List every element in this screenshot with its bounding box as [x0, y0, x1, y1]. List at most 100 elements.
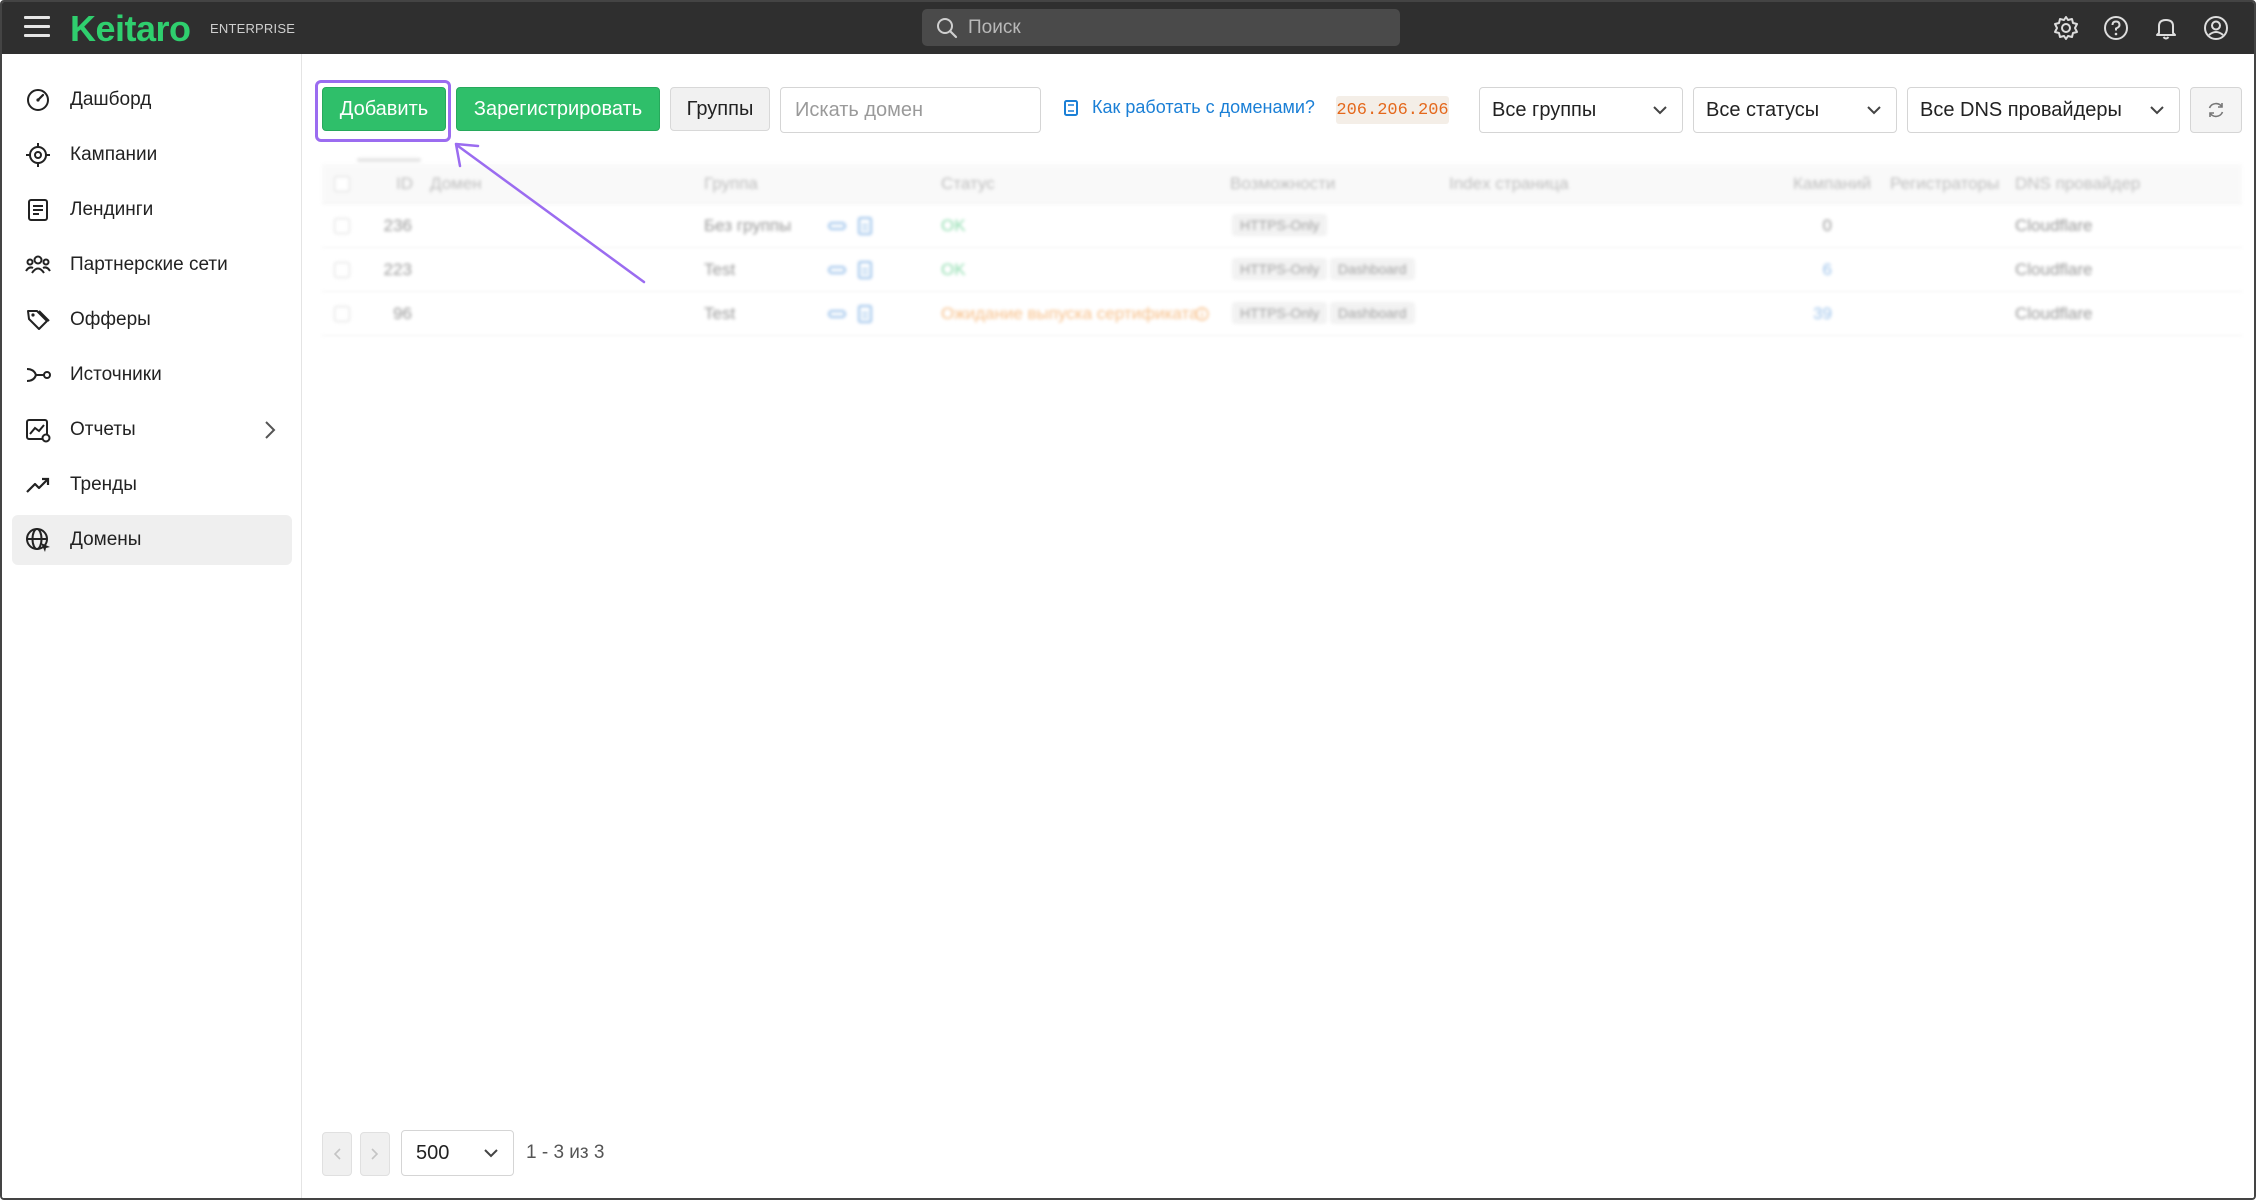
source-icon	[26, 368, 51, 382]
bell-icon[interactable]	[2152, 14, 2180, 42]
link-icon[interactable]	[828, 305, 846, 323]
column-dns-provider[interactable]: DNS провайдер	[2015, 174, 2140, 194]
table-row[interactable]: 223 Test OK HTTPS-Only Dashboard 6 Cloud…	[322, 248, 2242, 292]
top-bar: Keitaro ENTERPRISE	[2, 2, 2254, 54]
column-features[interactable]: Возможности	[1230, 174, 1335, 194]
document-icon[interactable]	[856, 305, 874, 323]
dashboard-icon	[27, 89, 49, 111]
feature-tag: Dashboard	[1330, 302, 1415, 324]
column-status[interactable]: Статус	[941, 174, 995, 194]
column-domain[interactable]: Домен	[430, 174, 482, 194]
reports-icon	[26, 419, 51, 443]
row-checkbox[interactable]	[334, 262, 350, 278]
search-icon	[937, 17, 958, 38]
feature-tag: Dashboard	[1330, 258, 1415, 280]
table-header: ID Домен Группа Статус Возможности Index…	[322, 164, 2242, 204]
sidebar-item-label: Дашборд	[70, 89, 152, 110]
user-icon[interactable]	[2202, 14, 2230, 42]
chevron-down-icon	[1653, 106, 1667, 115]
row-status: OK	[941, 216, 966, 235]
chevron-right-icon	[265, 421, 276, 439]
help-link-label[interactable]: Как работать с доменами?	[1092, 97, 1315, 118]
column-index-page[interactable]: Index страница	[1449, 174, 1569, 194]
row-id: 96	[393, 304, 412, 323]
gear-icon[interactable]	[2052, 14, 2080, 42]
chevron-down-icon	[2150, 106, 2164, 115]
column-id[interactable]: ID	[396, 174, 413, 194]
status-filter-value: Все статусы	[1706, 98, 1820, 121]
per-page-value: 500	[416, 1141, 450, 1164]
info-icon[interactable]	[1195, 307, 1209, 321]
sidebar-item-campaigns[interactable]: Кампании	[12, 130, 292, 180]
sidebar-item-landings[interactable]: Лендинги	[12, 185, 292, 235]
link-icon[interactable]	[828, 261, 846, 279]
main-content: Добавить Зарегистрировать Группы Как раб…	[302, 54, 2254, 1198]
landing-page-icon	[28, 199, 48, 221]
pagination-info: 1 - 3 из 3	[526, 1142, 605, 1163]
domain-search-input[interactable]	[780, 87, 1041, 133]
sidebar-item-reports[interactable]: Отчеты	[12, 405, 292, 455]
sidebar-item-affiliate-networks[interactable]: Партнерские сети	[12, 240, 292, 290]
book-icon	[1064, 99, 1078, 116]
sidebar-item-offers[interactable]: Офферы	[12, 295, 292, 345]
dns-filter-select[interactable]: Все DNS провайдеры	[1907, 87, 2180, 133]
sidebar-item-dashboard[interactable]: Дашборд	[12, 75, 292, 125]
select-all-checkbox[interactable]	[334, 176, 350, 192]
chevron-left-icon	[333, 1148, 341, 1160]
refresh-icon	[2208, 102, 2224, 118]
row-campaigns: 0	[1822, 216, 1832, 235]
next-page-button[interactable]	[360, 1132, 390, 1176]
chevron-right-icon	[371, 1148, 379, 1160]
global-search[interactable]	[922, 9, 1400, 46]
sidebar-item-label: Кампании	[70, 144, 158, 165]
row-campaigns[interactable]: 6	[1772, 260, 1832, 280]
edition-label: ENTERPRISE	[210, 21, 296, 36]
groups-filter-select[interactable]: Все группы	[1479, 87, 1683, 133]
row-status: Ожидание выпуска сертификата	[941, 304, 1199, 323]
top-icons	[2052, 14, 2230, 42]
groups-button[interactable]: Группы	[670, 87, 770, 131]
row-campaigns[interactable]: 39	[1772, 304, 1832, 324]
add-button[interactable]: Добавить	[322, 87, 446, 131]
prev-page-button[interactable]	[322, 1132, 352, 1176]
row-group: Без группы	[704, 216, 792, 235]
column-registrars[interactable]: Регистраторы	[1890, 174, 1999, 194]
row-dns-provider: Cloudflare	[2015, 216, 2093, 235]
sidebar: Дашборд Кампании Лендинги Партнерские се…	[2, 54, 302, 1198]
network-icon	[25, 255, 51, 274]
row-group: Test	[704, 304, 736, 323]
refresh-button[interactable]	[2190, 87, 2242, 133]
document-icon[interactable]	[856, 217, 874, 235]
dns-filter-value: Все DNS провайдеры	[1920, 98, 2122, 121]
menu-icon[interactable]	[24, 16, 50, 38]
per-page-select[interactable]: 500	[401, 1130, 514, 1176]
groups-filter-value: Все группы	[1492, 98, 1597, 121]
global-search-input[interactable]	[968, 16, 1368, 39]
table-row[interactable]: 236 Без группы OK HTTPS-Only 0 Cloudflar…	[322, 204, 2242, 248]
feature-tag: HTTPS-Only	[1232, 258, 1328, 280]
chevron-down-icon	[1867, 106, 1881, 115]
document-icon[interactable]	[856, 261, 874, 279]
app-logo[interactable]: Keitaro	[70, 8, 191, 50]
row-checkbox[interactable]	[334, 306, 350, 322]
row-dns-provider: Cloudflare	[2015, 304, 2093, 323]
target-icon	[26, 143, 50, 167]
status-filter-select[interactable]: Все статусы	[1693, 87, 1897, 133]
row-checkbox[interactable]	[334, 218, 350, 234]
trend-icon	[26, 477, 50, 493]
sidebar-item-sources[interactable]: Источники	[12, 350, 292, 400]
column-group[interactable]: Группа	[704, 174, 758, 194]
sidebar-item-domains[interactable]: Домены	[12, 515, 292, 565]
feature-tag: HTTPS-Only	[1232, 302, 1328, 324]
sidebar-item-label: Тренды	[70, 474, 137, 495]
register-button[interactable]: Зарегистрировать	[456, 87, 660, 131]
help-icon[interactable]	[2102, 14, 2130, 42]
sidebar-item-label: Лендинги	[70, 199, 154, 220]
server-ip-badge: 206.206.206	[1336, 96, 1449, 124]
sidebar-item-trends[interactable]: Тренды	[12, 460, 292, 510]
table-row[interactable]: 96 Test Ожидание выпуска сертификата HTT…	[322, 292, 2242, 336]
column-campaigns[interactable]: Кампаний	[1793, 174, 1871, 194]
help-link[interactable]: Как работать с доменами?	[1064, 97, 1315, 118]
row-id: 236	[383, 216, 412, 235]
link-icon[interactable]	[828, 217, 846, 235]
